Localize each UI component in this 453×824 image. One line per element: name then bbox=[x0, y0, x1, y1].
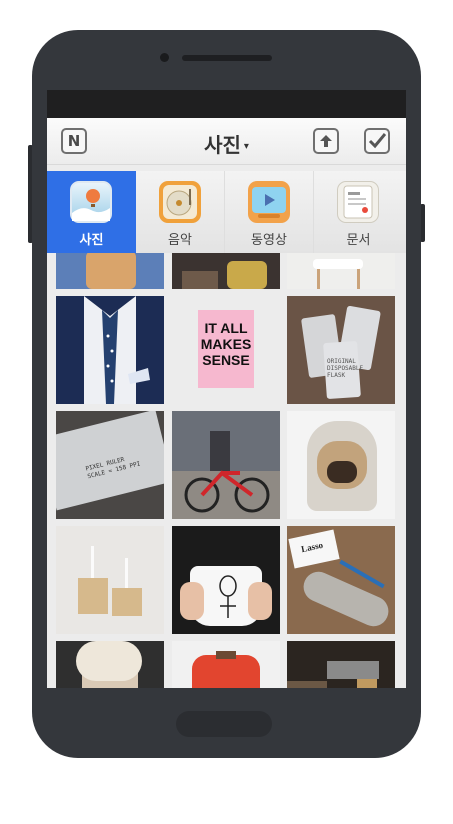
photo-thumbnail[interactable] bbox=[56, 253, 164, 289]
photo-thumbnail[interactable] bbox=[172, 526, 280, 634]
photo-thumbnail[interactable]: ORIGINAL DISPOSABLE FLASK bbox=[287, 296, 395, 404]
home-button[interactable] bbox=[176, 711, 272, 737]
photo-thumbnail[interactable] bbox=[172, 253, 280, 289]
photo-thumbnail[interactable] bbox=[56, 526, 164, 634]
photo-thumbnail[interactable] bbox=[287, 641, 395, 688]
category-tabs: 사진 음악 동영상 문서 bbox=[47, 171, 406, 254]
photo-grid: IT ALL MAKES SENSE ORIGINAL DISPOSABLE FLA… bbox=[47, 253, 406, 688]
page-title: 사진 bbox=[204, 133, 241, 157]
photo-thumbnail[interactable] bbox=[56, 641, 164, 688]
page-title-dropdown[interactable]: 사진 ▾ bbox=[47, 129, 406, 158]
status-bar bbox=[47, 90, 406, 118]
photo-thumbnail[interactable]: IT ALL MAKES SENSE bbox=[172, 296, 280, 404]
document-icon bbox=[337, 181, 379, 223]
tab-documents[interactable]: 문서 bbox=[314, 171, 403, 253]
photo-thumbnail[interactable] bbox=[56, 296, 164, 404]
checkbox-icon[interactable] bbox=[364, 128, 390, 154]
tab-label: 문서 bbox=[346, 233, 371, 248]
poster-text: IT ALL MAKES SENSE bbox=[200, 320, 252, 368]
upload-icon[interactable] bbox=[313, 128, 339, 154]
tab-label: 음악 bbox=[168, 233, 192, 248]
photo-balloon-icon bbox=[70, 181, 112, 223]
tab-music[interactable]: 음악 bbox=[136, 171, 225, 253]
front-camera bbox=[160, 53, 169, 62]
photo-thumbnail[interactable] bbox=[287, 411, 395, 519]
photo-thumbnail[interactable] bbox=[172, 411, 280, 519]
chevron-down-icon: ▾ bbox=[243, 141, 249, 152]
photo-thumbnail[interactable]: PIXEL RULER SCALE = 158 PPI bbox=[56, 411, 164, 519]
earpiece-speaker bbox=[182, 55, 272, 61]
music-turntable-icon bbox=[159, 181, 201, 223]
photo-thumbnail[interactable] bbox=[287, 253, 395, 289]
tab-label: 동영상 bbox=[251, 233, 287, 248]
app-header: N 사진 ▾ bbox=[47, 118, 406, 165]
tab-label: 사진 bbox=[79, 233, 104, 248]
photo-thumbnail[interactable] bbox=[172, 641, 280, 688]
tab-photos[interactable]: 사진 bbox=[47, 171, 136, 253]
video-tv-icon bbox=[248, 181, 290, 223]
photo-thumbnail[interactable]: Lasso bbox=[287, 526, 395, 634]
phone-screen: N 사진 ▾ 사진 음악 동영상 문서 IT ALL MAKES SENSE O… bbox=[47, 90, 406, 688]
flask-label: ORIGINAL DISPOSABLE FLASK bbox=[327, 358, 364, 379]
tab-video[interactable]: 동영상 bbox=[225, 171, 314, 253]
